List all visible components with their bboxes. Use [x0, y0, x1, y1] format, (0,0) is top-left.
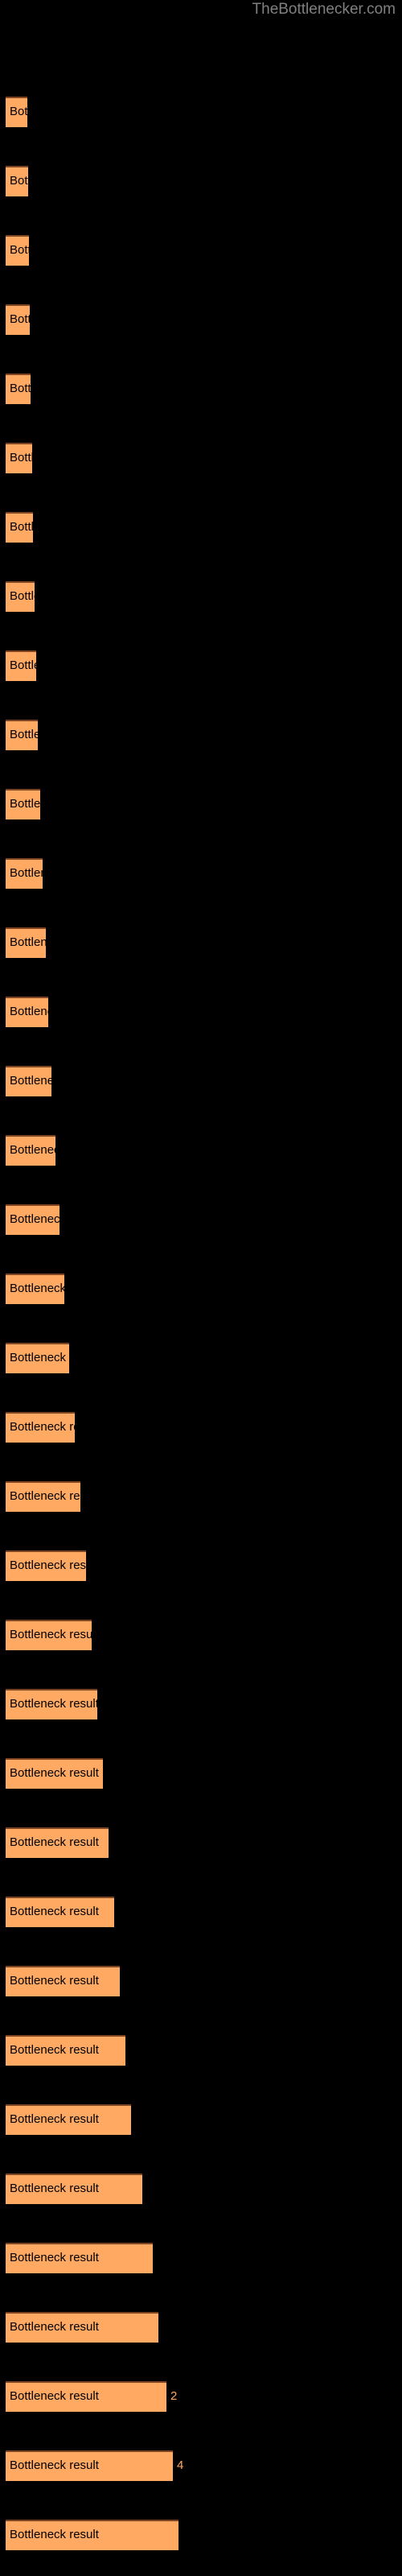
bar[interactable]	[6, 1066, 51, 1096]
bar[interactable]	[6, 581, 35, 612]
bar[interactable]	[6, 789, 40, 819]
bar[interactable]	[6, 304, 30, 335]
bar[interactable]	[6, 2035, 125, 2066]
bar[interactable]	[6, 720, 38, 750]
bar[interactable]	[6, 858, 43, 889]
bar[interactable]	[6, 1966, 120, 1996]
bar[interactable]	[6, 2520, 178, 2550]
bar[interactable]	[6, 1620, 92, 1650]
bar[interactable]	[6, 2174, 142, 2204]
bar[interactable]	[6, 1689, 97, 1719]
bar[interactable]	[6, 235, 29, 266]
bar[interactable]	[6, 1758, 103, 1789]
bar[interactable]	[6, 927, 46, 958]
bar[interactable]	[6, 2381, 166, 2412]
bar[interactable]	[6, 1827, 109, 1858]
bar[interactable]	[6, 1897, 114, 1927]
bar[interactable]	[6, 1481, 80, 1512]
bar[interactable]	[6, 166, 28, 196]
bar[interactable]	[6, 512, 33, 543]
bar[interactable]	[6, 443, 32, 473]
bar[interactable]	[6, 1135, 55, 1166]
bar[interactable]	[6, 1204, 59, 1235]
bar[interactable]	[6, 1412, 75, 1443]
bottleneck-chart: TheBottlenecker.com Bottleneck resultBot…	[0, 0, 402, 2576]
bar[interactable]	[6, 2312, 158, 2343]
bar[interactable]	[6, 2104, 131, 2135]
bar[interactable]	[6, 97, 27, 127]
bar-value-label: 4	[177, 2458, 184, 2472]
bar[interactable]	[6, 2243, 153, 2273]
bar[interactable]	[6, 374, 31, 404]
bar[interactable]	[6, 2450, 173, 2481]
bar-value-label: 2	[170, 2389, 178, 2403]
bar[interactable]	[6, 650, 36, 681]
bar[interactable]	[6, 997, 48, 1027]
bar-series: Bottleneck resultBottleneck resultBottle…	[0, 0, 402, 2576]
bar[interactable]	[6, 1343, 69, 1373]
bar[interactable]	[6, 1550, 86, 1581]
bar[interactable]	[6, 1274, 64, 1304]
